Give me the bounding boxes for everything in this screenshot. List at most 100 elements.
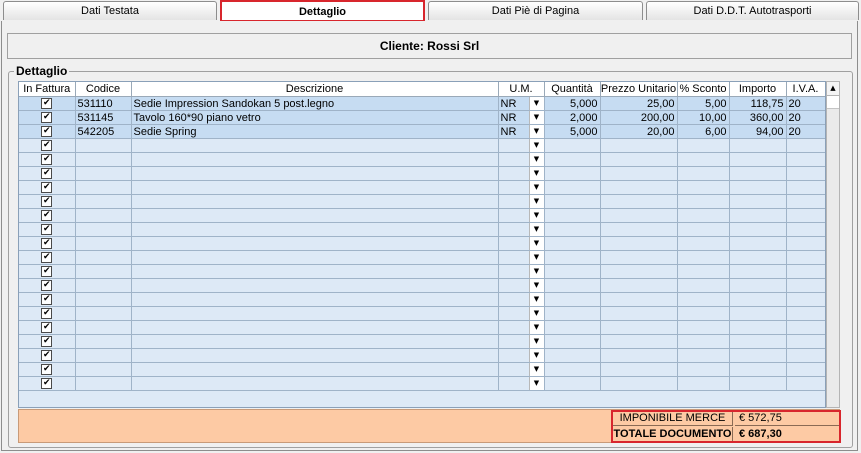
prezzo-cell[interactable] <box>600 320 678 335</box>
prezzo-cell[interactable] <box>600 222 678 237</box>
importo-cell[interactable] <box>729 292 787 307</box>
um-cell[interactable]: ▼ <box>498 292 545 307</box>
chevron-down-icon[interactable]: ▼ <box>528 335 543 348</box>
in-fattura-checkbox[interactable]: ✔ <box>41 280 53 292</box>
sconto-cell[interactable]: 5,00 <box>677 96 730 111</box>
sconto-cell[interactable] <box>677 138 730 153</box>
codice-cell[interactable]: 531110 <box>75 96 132 111</box>
iva-cell[interactable] <box>786 180 825 195</box>
codice-cell[interactable] <box>75 194 132 209</box>
table-row[interactable]: ✔ ▼ <box>19 348 825 363</box>
chevron-down-icon[interactable]: ▼ <box>528 195 543 208</box>
codice-cell[interactable] <box>75 376 132 391</box>
chevron-down-icon[interactable]: ▼ <box>528 223 543 236</box>
prezzo-cell[interactable] <box>600 264 678 279</box>
importo-cell[interactable]: 94,00 <box>729 124 787 139</box>
codice-cell[interactable] <box>75 180 132 195</box>
quantita-cell[interactable] <box>544 264 601 279</box>
chevron-down-icon[interactable]: ▼ <box>528 363 543 376</box>
quantita-cell[interactable] <box>544 236 601 251</box>
col-header-in-fattura[interactable]: In Fattura <box>19 82 76 97</box>
um-cell[interactable]: ▼ <box>498 278 545 293</box>
codice-cell[interactable]: 542205 <box>75 124 132 139</box>
codice-cell[interactable]: 531145 <box>75 110 132 125</box>
sconto-cell[interactable] <box>677 250 730 265</box>
col-header-um[interactable]: U.M. <box>498 82 545 97</box>
importo-cell[interactable]: 118,75 <box>729 96 787 111</box>
codice-cell[interactable] <box>75 306 132 321</box>
iva-cell[interactable]: 20 <box>786 96 825 111</box>
in-fattura-checkbox[interactable]: ✔ <box>41 308 53 320</box>
descrizione-cell[interactable] <box>131 194 499 209</box>
importo-cell[interactable] <box>729 334 787 349</box>
in-fattura-checkbox[interactable]: ✔ <box>41 210 53 222</box>
in-fattura-checkbox[interactable]: ✔ <box>41 98 53 110</box>
table-row[interactable]: ✔ ▼ <box>19 180 825 195</box>
in-fattura-checkbox[interactable]: ✔ <box>41 112 53 124</box>
codice-cell[interactable] <box>75 362 132 377</box>
importo-cell[interactable] <box>729 180 787 195</box>
sconto-cell[interactable] <box>677 236 730 251</box>
table-row[interactable]: ✔ ▼ <box>19 362 825 377</box>
um-cell[interactable]: ▼ <box>498 250 545 265</box>
sconto-cell[interactable] <box>677 362 730 377</box>
chevron-down-icon[interactable]: ▼ <box>528 237 543 250</box>
prezzo-cell[interactable] <box>600 292 678 307</box>
in-fattura-checkbox[interactable]: ✔ <box>41 126 53 138</box>
sconto-cell[interactable] <box>677 306 730 321</box>
iva-cell[interactable] <box>786 194 825 209</box>
descrizione-cell[interactable]: Sedie Spring <box>131 124 499 139</box>
importo-cell[interactable] <box>729 138 787 153</box>
table-row[interactable]: ✔ 531110 Sedie Impression Sandokan 5 post.… <box>19 96 825 111</box>
table-row[interactable]: ✔ 542205 Sedie Spring NR ▼ 5,000 20,00 6,00 94,0… <box>19 124 825 139</box>
quantita-cell[interactable] <box>544 362 601 377</box>
codice-cell[interactable] <box>75 320 132 335</box>
prezzo-cell[interactable] <box>600 194 678 209</box>
iva-cell[interactable] <box>786 348 825 363</box>
iva-cell[interactable] <box>786 320 825 335</box>
descrizione-cell[interactable] <box>131 278 499 293</box>
sconto-cell[interactable]: 6,00 <box>677 124 730 139</box>
prezzo-cell[interactable] <box>600 306 678 321</box>
chevron-down-icon[interactable]: ▼ <box>528 209 543 222</box>
um-cell[interactable]: NR ▼ <box>498 124 545 139</box>
table-row[interactable]: ✔ ▼ <box>19 292 825 307</box>
prezzo-cell[interactable]: 200,00 <box>600 110 678 125</box>
codice-cell[interactable] <box>75 264 132 279</box>
in-fattura-checkbox[interactable]: ✔ <box>41 196 53 208</box>
importo-cell[interactable]: 360,00 <box>729 110 787 125</box>
importo-cell[interactable] <box>729 320 787 335</box>
codice-cell[interactable] <box>75 348 132 363</box>
table-row[interactable]: ✔ ▼ <box>19 152 825 167</box>
importo-cell[interactable] <box>729 250 787 265</box>
chevron-down-icon[interactable]: ▼ <box>528 139 543 152</box>
descrizione-cell[interactable] <box>131 138 499 153</box>
descrizione-cell[interactable] <box>131 180 499 195</box>
sconto-cell[interactable]: 10,00 <box>677 110 730 125</box>
quantita-cell[interactable] <box>544 320 601 335</box>
chevron-down-icon[interactable]: ▼ <box>528 293 543 306</box>
prezzo-cell[interactable] <box>600 334 678 349</box>
descrizione-cell[interactable] <box>131 306 499 321</box>
iva-cell[interactable] <box>786 250 825 265</box>
iva-cell[interactable] <box>786 306 825 321</box>
table-row[interactable]: ✔ ▼ <box>19 376 825 391</box>
descrizione-cell[interactable]: Tavolo 160*90 piano vetro <box>131 110 499 125</box>
quantita-cell[interactable] <box>544 222 601 237</box>
quantita-cell[interactable] <box>544 152 601 167</box>
col-header-importo[interactable]: Importo <box>729 82 787 97</box>
sconto-cell[interactable] <box>677 180 730 195</box>
codice-cell[interactable] <box>75 138 132 153</box>
quantita-cell[interactable] <box>544 306 601 321</box>
importo-cell[interactable] <box>729 236 787 251</box>
col-header-prezzo-unitario[interactable]: Prezzo Unitario <box>600 82 678 97</box>
prezzo-cell[interactable] <box>600 348 678 363</box>
iva-cell[interactable] <box>786 138 825 153</box>
codice-cell[interactable] <box>75 278 132 293</box>
chevron-down-icon[interactable]: ▼ <box>528 349 543 362</box>
grid-vertical-scrollbar[interactable]: ▲ <box>826 81 840 408</box>
quantita-cell[interactable] <box>544 180 601 195</box>
chevron-down-icon[interactable]: ▼ <box>528 279 543 292</box>
importo-cell[interactable] <box>729 348 787 363</box>
sconto-cell[interactable] <box>677 292 730 307</box>
